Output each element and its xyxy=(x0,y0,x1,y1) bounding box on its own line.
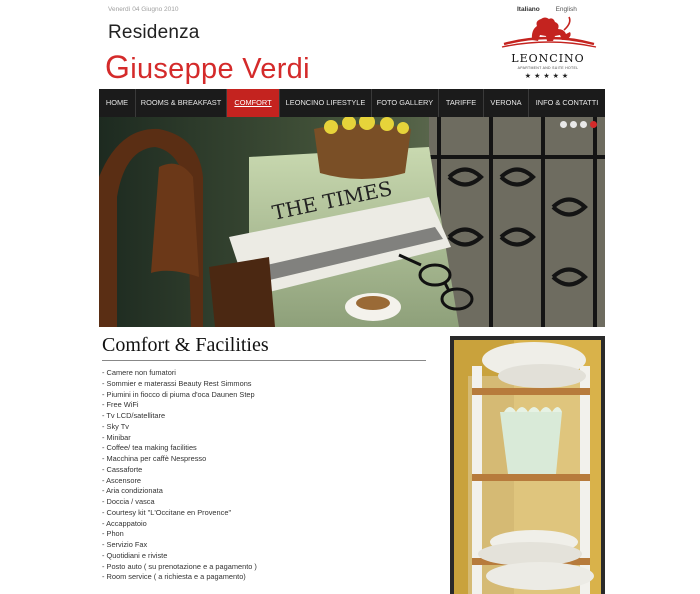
list-item: - Sommier e materassi Beauty Rest Simmon… xyxy=(102,378,252,388)
list-item: - Room service ( a richiesta e a pagamen… xyxy=(102,572,246,582)
list-item: - Quotidiani e riviste xyxy=(102,550,168,560)
facilities-list: - Camere non fumatori - Sommier e matera… xyxy=(102,368,257,583)
page-title: Comfort & Facilities xyxy=(102,334,269,356)
list-item: - Aria condizionata xyxy=(102,486,163,496)
brand-giuseppe-verdi[interactable]: Giuseppe Verdi xyxy=(105,49,310,86)
list-item: - Sky Tv xyxy=(102,421,129,431)
nav-tariffe[interactable]: TARIFFE xyxy=(439,89,484,117)
main-nav: HOME ROOMS & BREAKFAST COMFORT LEONCINO … xyxy=(99,89,605,117)
towel-shelf-photo xyxy=(450,336,605,594)
list-item: - Minibar xyxy=(102,432,131,442)
brand-initial: G xyxy=(105,49,131,85)
list-item: - Doccia / vasca xyxy=(102,497,155,506)
brand-residenza: Residenza xyxy=(108,22,200,43)
title-divider xyxy=(102,360,426,361)
nav-leoncino-lifestyle[interactable]: LEONCINO LIFESTYLE xyxy=(280,89,372,117)
slider-dot-3[interactable] xyxy=(580,121,587,128)
list-item: - Accappatoio xyxy=(102,518,147,528)
list-item: - Coffee/ tea making facilities xyxy=(102,443,197,453)
lion-icon xyxy=(501,16,597,48)
nav-foto-gallery[interactable]: FOTO GALLERY xyxy=(372,89,439,117)
list-item: - Macchina per caffè Nespresso xyxy=(102,454,207,463)
nav-rooms-breakfast[interactable]: ROOMS & BREAKFAST xyxy=(136,89,227,117)
slider-dot-1[interactable] xyxy=(560,121,567,128)
shelf-image xyxy=(450,336,605,594)
slider-dot-4[interactable] xyxy=(590,121,597,128)
hero-image: THE TIMES xyxy=(99,117,605,327)
language-switcher: Italiano English xyxy=(517,6,591,13)
list-item: - Cassaforte xyxy=(102,464,143,474)
list-item: - Phon xyxy=(102,529,124,539)
lang-italiano[interactable]: Italiano xyxy=(517,6,540,13)
list-item: - Servizio Fax xyxy=(102,540,148,549)
list-item: - Free WiFi xyxy=(102,400,139,410)
hero-slideshow[interactable]: THE TIMES xyxy=(99,117,605,327)
list-item: - Piumini in fiocco di piuma d'oca Daune… xyxy=(102,389,255,399)
logo-tagline: APARTMENT AND SUITE HOTEL xyxy=(517,66,579,70)
nav-comfort[interactable]: COMFORT xyxy=(227,89,280,117)
slider-dot-2[interactable] xyxy=(570,121,577,128)
list-item: - Ascensore xyxy=(102,475,142,485)
nav-verona[interactable]: VERONA xyxy=(484,89,529,117)
header-date: Venerdì 04 Giugno 2010 xyxy=(108,6,179,13)
nav-info-contatti[interactable]: INFO & CONTATTI xyxy=(529,89,605,117)
nav-home[interactable]: HOME xyxy=(99,89,136,117)
slider-dots xyxy=(560,121,597,128)
leoncino-logo[interactable]: LEONCINO APARTMENT AND SUITE HOTEL ★★★★★ xyxy=(498,14,600,84)
brand-rest: iuseppe Verdi xyxy=(130,53,310,85)
logo-name: LEONCINO xyxy=(511,52,585,65)
list-item: - Posto auto ( su prenotazione e a pagam… xyxy=(102,561,257,571)
list-item: - Camere non fumatori xyxy=(102,368,176,377)
logo-stars: ★★★★★ xyxy=(524,73,572,80)
list-item: - Courtesy kit "L'Occitane en Provence" xyxy=(102,507,232,517)
lang-english[interactable]: English xyxy=(556,6,577,13)
list-item: - Tv LCD/satellitare xyxy=(102,411,166,420)
